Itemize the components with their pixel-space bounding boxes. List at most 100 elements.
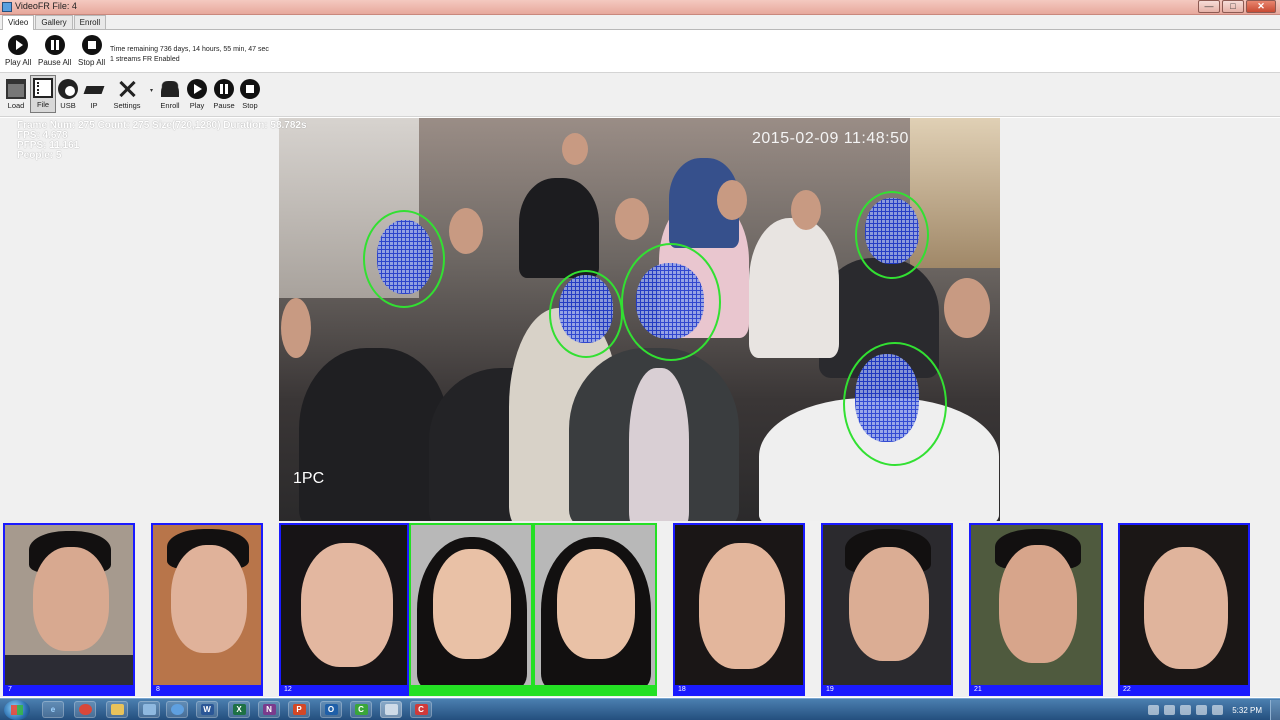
face	[449, 208, 483, 254]
show-desktop-button[interactable]	[1270, 700, 1280, 720]
window-controls: — □ ✕	[1196, 0, 1276, 14]
ip-button[interactable]: IP	[81, 77, 107, 110]
explorer-icon[interactable]	[106, 701, 128, 718]
settings-dropdown-icon[interactable]: ▾	[150, 87, 153, 94]
status-text: Time remaining 736 days, 14 hours, 55 mi…	[110, 45, 269, 65]
tab-bar: Video Gallery Enroll	[0, 15, 1280, 30]
outlook-icon[interactable]: O	[320, 701, 342, 718]
volume-icon[interactable]	[1212, 705, 1224, 715]
video-timestamp: 2015-02-09 11:48:50	[752, 130, 909, 147]
face	[615, 198, 649, 240]
person-shirt	[629, 368, 689, 521]
pause-all-button[interactable]: Pause All	[38, 35, 71, 67]
close-button[interactable]: ✕	[1246, 0, 1276, 13]
thumbnail-id: 7	[5, 685, 133, 694]
time-remaining: Time remaining 736 days, 14 hours, 55 mi…	[110, 46, 269, 53]
shirt	[5, 655, 133, 685]
face-thumbnail[interactable]: 21	[969, 523, 1103, 696]
tray-arrow-icon[interactable]	[1148, 705, 1160, 715]
stop-icon	[81, 35, 102, 55]
toolbar: Load File USB IP Settings ▾ Enroll Play	[0, 72, 1280, 117]
face	[562, 133, 588, 165]
pause-icon	[44, 35, 65, 55]
tab-enroll[interactable]: Enroll	[73, 15, 107, 29]
network-icon[interactable]	[1196, 705, 1208, 715]
tab-video[interactable]: Video	[2, 15, 35, 30]
ip-camera-icon	[84, 79, 104, 99]
powerpoint-icon[interactable]: P	[288, 701, 310, 718]
face	[557, 549, 635, 659]
file-button[interactable]: File	[30, 75, 56, 113]
video-frame[interactable]: 2015-02-09 11:48:50 1PC	[279, 118, 1000, 521]
face-thumbnail[interactable]: 7	[3, 523, 135, 696]
title-bar: VideoFR File: 4 — □ ✕	[0, 0, 1280, 15]
main-view: Frame Num: 275 Count: 275 Size(720,1280)…	[0, 118, 1280, 521]
stop-button[interactable]: Stop	[237, 77, 263, 110]
stop-all-label: Stop All	[78, 58, 106, 67]
videofr-taskbar-button[interactable]	[380, 701, 402, 718]
tab-gallery[interactable]: Gallery	[35, 15, 73, 29]
face	[999, 545, 1077, 663]
face	[171, 545, 247, 653]
face	[33, 547, 109, 651]
ip-label: IP	[90, 101, 98, 110]
app-c2-icon[interactable]: C	[410, 701, 432, 718]
pause-button[interactable]: Pause	[211, 77, 237, 110]
thumbnail-id	[535, 685, 655, 694]
word-icon[interactable]: W	[196, 701, 218, 718]
webcam-icon	[58, 79, 78, 99]
excel-icon[interactable]: X	[228, 701, 250, 718]
enroll-button[interactable]: Enroll	[157, 77, 183, 110]
face-thumbnail[interactable]: 12	[279, 523, 409, 696]
thumbnail-id: 19	[823, 685, 951, 694]
face-detection-ring[interactable]	[843, 342, 947, 466]
face-detection-ring[interactable]	[549, 270, 623, 358]
matched-gallery-thumbnail[interactable]	[533, 523, 657, 696]
face-thumbnail[interactable]: 19	[821, 523, 953, 696]
face	[791, 190, 821, 230]
clock[interactable]: 5:32 PM	[1232, 706, 1262, 715]
face-detection-ring[interactable]	[621, 243, 721, 361]
folder-icon	[6, 79, 26, 99]
start-button[interactable]	[4, 700, 30, 720]
face-detection-ring[interactable]	[855, 191, 929, 279]
messenger-icon[interactable]	[166, 701, 188, 718]
face-detection-ring[interactable]	[363, 210, 445, 308]
chrome-icon[interactable]	[74, 701, 96, 718]
thumbnail-id: 22	[1120, 685, 1248, 694]
app-c-icon[interactable]: C	[350, 701, 372, 718]
tray-icon[interactable]	[1164, 705, 1176, 715]
person-body	[749, 218, 839, 358]
face	[281, 298, 311, 358]
maximize-button[interactable]: □	[1222, 0, 1244, 13]
matched-gallery-thumbnail[interactable]	[409, 523, 533, 696]
stop-all-button[interactable]: Stop All	[78, 35, 105, 67]
tray-icon[interactable]	[1180, 705, 1192, 715]
camera-label: 1PC	[293, 470, 325, 487]
film-icon	[33, 78, 53, 98]
app-icon	[2, 2, 12, 12]
usb-button[interactable]: USB	[55, 77, 81, 110]
person-body	[519, 178, 599, 278]
enroll-label: Enroll	[160, 101, 180, 110]
thumbnail-id: 18	[675, 685, 803, 694]
face	[849, 547, 929, 661]
pause-label: Pause	[213, 101, 235, 110]
face-thumbnail[interactable]: 18	[673, 523, 805, 696]
minimize-button[interactable]: —	[1198, 0, 1220, 13]
onenote-icon[interactable]: N	[258, 701, 280, 718]
files-icon[interactable]	[138, 701, 160, 718]
face-thumbnail[interactable]: 8	[151, 523, 263, 696]
face-thumbnail[interactable]: 22	[1118, 523, 1250, 696]
play-icon	[8, 35, 29, 55]
face-thumbnail-strip: 7 8 12 18 19 21 22	[0, 521, 1280, 697]
play-all-label: Play All	[5, 58, 32, 67]
play-label: Play	[189, 101, 205, 110]
play-all-button[interactable]: Play All	[5, 35, 31, 67]
play-button[interactable]: Play	[184, 77, 210, 110]
load-button[interactable]: Load	[3, 77, 29, 110]
ie-icon[interactable]: e	[42, 701, 64, 718]
app-window: VideoFR File: 4 — □ ✕ Video Gallery Enro…	[0, 0, 1280, 720]
thumbnail-id: 21	[971, 685, 1101, 694]
settings-button[interactable]: Settings	[111, 77, 143, 110]
